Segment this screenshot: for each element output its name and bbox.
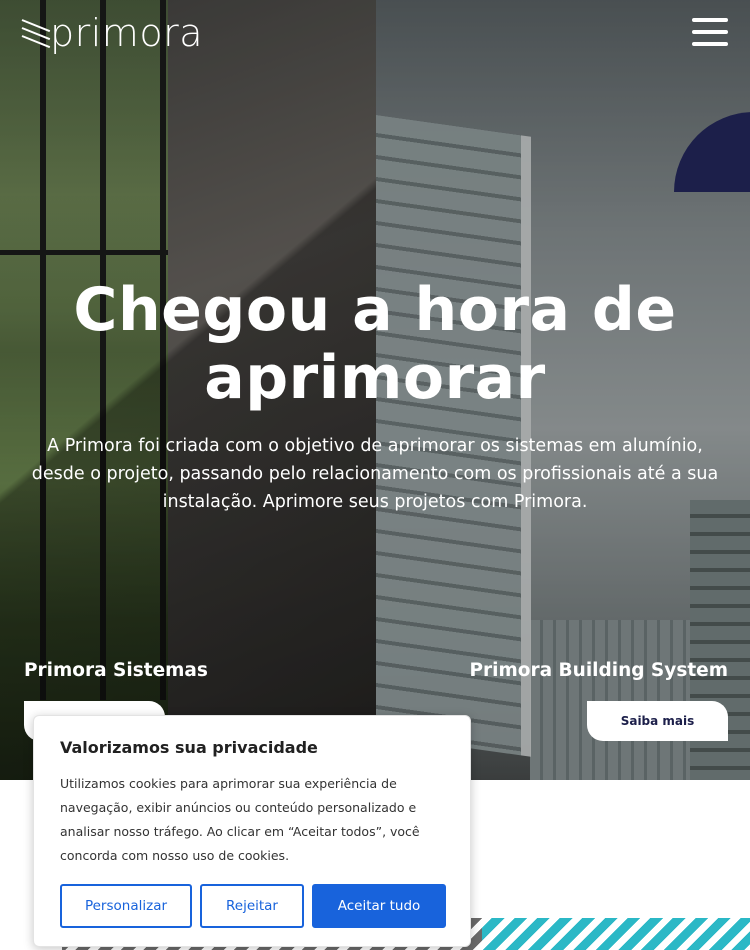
cookie-description: Utilizamos cookies para aprimorar sua ex… xyxy=(60,776,420,863)
brand-label-building-system: Primora Building System xyxy=(469,660,728,681)
hero-section: primora Chegou a hora de aprimorar A Pri… xyxy=(0,0,750,780)
hero-headline: Chegou a hora de aprimorar xyxy=(73,275,677,413)
accept-all-button[interactable]: Aceitar tudo xyxy=(312,884,446,928)
hamburger-menu-icon[interactable] xyxy=(692,18,728,46)
reject-button[interactable]: Rejeitar xyxy=(200,884,304,928)
customize-button[interactable]: Personalizar xyxy=(60,884,192,928)
cookie-consent-banner: Valorizamos sua privacidade Utilizamos c… xyxy=(33,715,471,947)
primora-logo[interactable]: primora xyxy=(21,11,203,55)
logo-text: primora xyxy=(50,11,203,55)
cookie-title: Valorizamos sua privacidade xyxy=(60,738,318,757)
brand-label-sistemas: Primora Sistemas xyxy=(24,660,208,681)
saiba-mais-button-building-system[interactable]: Saiba mais xyxy=(587,701,728,741)
hero-subtext: A Primora foi criada com o objetivo de a… xyxy=(31,436,719,512)
logo-lines-icon xyxy=(21,13,52,53)
